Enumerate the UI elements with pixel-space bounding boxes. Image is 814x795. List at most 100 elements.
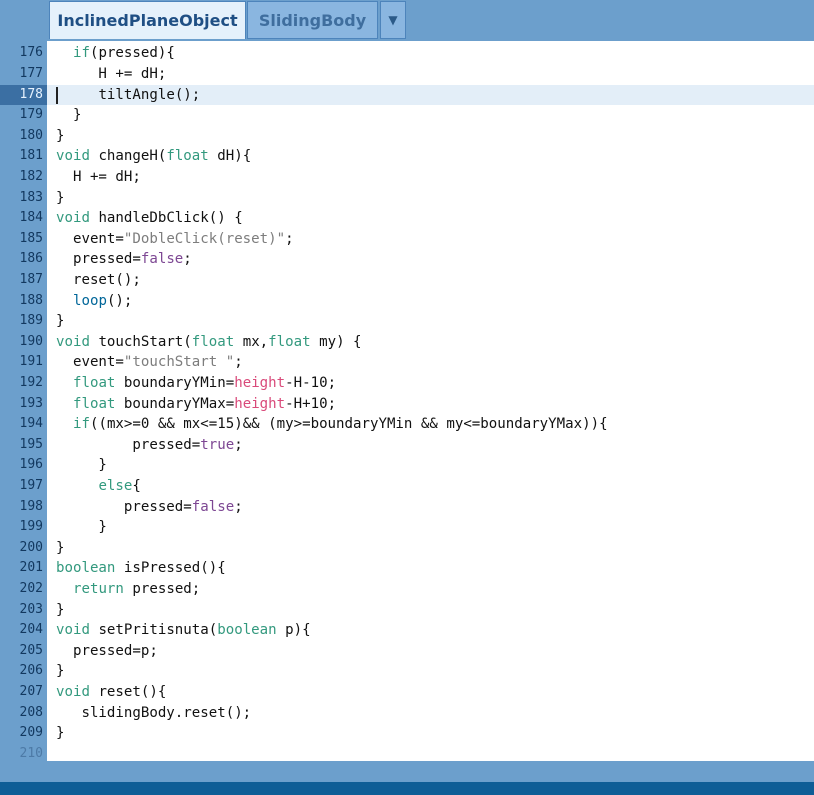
code-token: } bbox=[56, 107, 82, 124]
code-token: handleDbClick() { bbox=[89, 210, 243, 227]
code-line[interactable]: void handleDbClick() { bbox=[56, 208, 243, 229]
code-line[interactable]: } bbox=[56, 188, 65, 209]
code-token: changeH( bbox=[89, 148, 167, 165]
line-number: 181 bbox=[19, 148, 43, 164]
code-token: my) { bbox=[310, 333, 362, 350]
code-line[interactable]: reset(); bbox=[56, 270, 141, 291]
code-line[interactable]: event="touchStart "; bbox=[56, 352, 243, 373]
code-line[interactable]: else{ bbox=[56, 476, 141, 497]
code-line[interactable]: void changeH(float dH){ bbox=[56, 146, 251, 167]
line-number: 186 bbox=[19, 251, 43, 267]
line-number: 208 bbox=[19, 704, 43, 720]
code-line[interactable]: } bbox=[56, 538, 65, 559]
code-line[interactable]: H += dH; bbox=[56, 167, 141, 188]
code-token: touchStart( bbox=[89, 333, 192, 350]
code-token: event= bbox=[56, 354, 124, 371]
code-token: void bbox=[56, 622, 90, 639]
code-token: pressed=p; bbox=[56, 642, 158, 659]
code-token: "DobleClick(reset)" bbox=[123, 230, 286, 247]
line-number: 205 bbox=[19, 642, 43, 658]
tab-sliding-body[interactable]: SlidingBody bbox=[247, 1, 378, 39]
line-number: 197 bbox=[19, 478, 43, 493]
code-line[interactable]: tiltAngle(); bbox=[56, 85, 200, 106]
code-token: } bbox=[56, 663, 65, 680]
code-token: float bbox=[72, 395, 116, 412]
line-number: 190 bbox=[19, 333, 43, 349]
code-token: p){ bbox=[276, 622, 311, 639]
code-token: reset(); bbox=[56, 272, 141, 288]
code-token: tiltAngle bbox=[98, 86, 175, 103]
code-line[interactable]: pressed=p; bbox=[56, 641, 158, 662]
code-token: ; bbox=[183, 251, 192, 268]
line-number: 193 bbox=[19, 395, 43, 411]
line-number: 203 bbox=[19, 601, 43, 617]
code-token: H += dH; bbox=[56, 66, 167, 82]
code-token: { bbox=[132, 478, 141, 494]
code-line[interactable]: } bbox=[56, 455, 107, 476]
code-line[interactable]: slidingBody.reset(); bbox=[56, 703, 251, 724]
code-editor[interactable]: if(pressed){ H += dH; tiltAngle(); }} voi… bbox=[47, 41, 814, 761]
line-number: 180 bbox=[19, 127, 43, 143]
code-line[interactable]: void reset(){ bbox=[56, 682, 166, 703]
code-token: true bbox=[200, 436, 235, 453]
tab-bar: InclinedPlaneObject SlidingBody ▼ bbox=[0, 0, 814, 41]
code-line[interactable]: pressed=false; bbox=[56, 497, 243, 518]
code-token: } bbox=[56, 601, 65, 618]
code-token: -H+10; bbox=[285, 395, 337, 412]
line-number-gutter: 176 177 178 179 180 181 182 183 184 185 186 187 188 1… bbox=[0, 41, 47, 761]
code-line[interactable]: float boundaryYMax=height-H+10; bbox=[56, 394, 336, 415]
code-token: } bbox=[56, 127, 65, 144]
code-line[interactable]: loop(); bbox=[56, 291, 132, 312]
code-token: ; bbox=[234, 436, 243, 453]
code-line[interactable]: } bbox=[56, 105, 82, 126]
line-number: 200 bbox=[19, 539, 43, 555]
code-token: height bbox=[234, 395, 286, 412]
code-line[interactable]: return pressed; bbox=[56, 579, 200, 600]
line-number: 207 bbox=[19, 684, 43, 699]
code-line[interactable]: void setPritisnuta(boolean p){ bbox=[56, 620, 311, 641]
code-token: } bbox=[56, 457, 107, 474]
code-line[interactable]: event="DobleClick(reset)"; bbox=[56, 229, 294, 250]
code-line[interactable]: if(pressed){ bbox=[56, 43, 175, 64]
line-number: 198 bbox=[19, 498, 43, 514]
code-line[interactable]: } bbox=[56, 723, 65, 744]
code-line[interactable]: pressed=true; bbox=[56, 435, 243, 456]
code-line[interactable]: } bbox=[56, 517, 107, 538]
code-token: return bbox=[72, 581, 124, 597]
line-number: 194 bbox=[19, 416, 43, 432]
code-line[interactable]: float boundaryYMin=height-H-10; bbox=[56, 373, 336, 394]
code-token: slidingBody.reset(); bbox=[56, 704, 252, 721]
tab-inclined-plane-object[interactable]: InclinedPlaneObject bbox=[49, 1, 246, 39]
code-line[interactable]: pressed=false; bbox=[56, 249, 192, 270]
line-number: 183 bbox=[19, 189, 43, 205]
tab-menu-chevron-down-icon[interactable]: ▼ bbox=[380, 1, 406, 39]
code-line[interactable]: } bbox=[56, 126, 65, 147]
code-token: event= bbox=[56, 230, 124, 247]
code-line[interactable]: } bbox=[56, 311, 65, 332]
line-number: 196 bbox=[19, 457, 43, 473]
line-number: 179 bbox=[19, 107, 43, 123]
code-line[interactable]: void touchStart(float mx,float my) { bbox=[56, 332, 362, 353]
code-token: } bbox=[56, 313, 65, 330]
code-token: } bbox=[56, 539, 65, 556]
code-token: void bbox=[56, 210, 90, 227]
code-line[interactable]: } bbox=[56, 600, 65, 621]
horizontal-scrollbar[interactable] bbox=[0, 761, 814, 782]
code-token: boundaryYMax= bbox=[115, 395, 235, 412]
code-line[interactable]: if((mx>=0 && mx<=15)&& (my>=boundaryYMin… bbox=[56, 414, 608, 435]
code-token: "touchStart " bbox=[123, 354, 235, 371]
status-bar bbox=[0, 782, 814, 795]
code-line[interactable]: boolean isPressed(){ bbox=[56, 558, 226, 579]
code-line[interactable]: H += dH; bbox=[56, 64, 166, 85]
line-number: 201 bbox=[19, 560, 43, 576]
line-number: 177 bbox=[19, 66, 43, 81]
code-token: void bbox=[56, 148, 90, 165]
code-line[interactable]: } bbox=[56, 661, 65, 682]
code-token: if bbox=[72, 416, 90, 433]
code-token: pressed; bbox=[123, 581, 201, 597]
